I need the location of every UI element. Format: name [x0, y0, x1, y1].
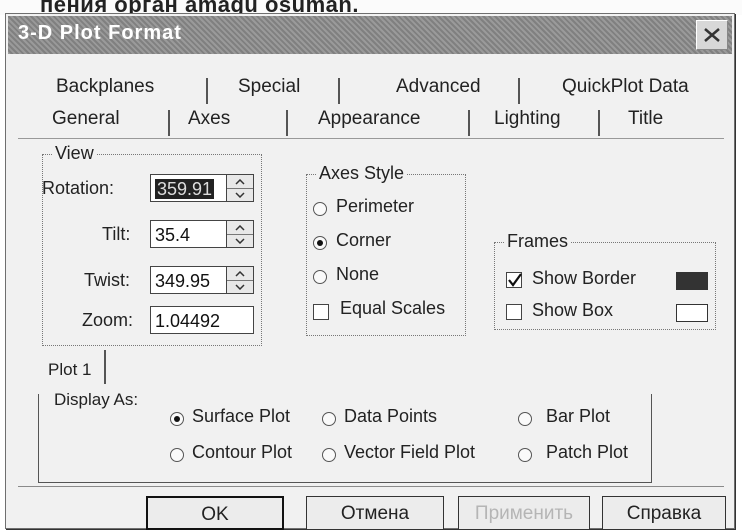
tab-separator	[518, 78, 520, 104]
twist-input[interactable]: 349.95	[150, 266, 226, 294]
patch-plot-radio[interactable]	[518, 448, 532, 462]
spin-down-icon[interactable]	[227, 280, 253, 293]
tab-special[interactable]: Special	[238, 76, 300, 98]
tab-title[interactable]: Title	[628, 108, 663, 130]
cancel-button[interactable]: Отмена	[306, 496, 444, 530]
spin-up-icon[interactable]	[227, 267, 253, 281]
tab-backplanes[interactable]: Backplanes	[56, 76, 154, 98]
box-color-swatch[interactable]	[676, 304, 708, 322]
spin-down-icon[interactable]	[227, 234, 253, 247]
tab-separator	[206, 78, 208, 104]
equal-scales-label: Equal Scales	[340, 298, 446, 318]
tab-separator	[598, 110, 600, 136]
tab-separator	[168, 110, 170, 136]
border-color-swatch[interactable]	[676, 272, 708, 290]
bar-plot-label: Bar Plot	[546, 406, 611, 426]
dialog-window: 3-D Plot Format Backplanes Special Advan…	[5, 13, 735, 530]
tab-separator	[286, 110, 288, 136]
window-title: 3-D Plot Format	[18, 22, 182, 44]
rotation-value: 359.91	[155, 179, 215, 199]
tab-separator	[468, 110, 470, 136]
bottom-separator	[18, 486, 724, 487]
zoom-input[interactable]: 1.04492	[150, 306, 254, 334]
rotation-label: Rotation:	[42, 178, 115, 198]
view-group-title: View	[53, 143, 96, 164]
data-points-label: Data Points	[344, 406, 438, 426]
rotation-spinner[interactable]	[226, 174, 254, 202]
display-as-label: Display As:	[54, 390, 139, 409]
vector-field-plot-label: Vector Field Plot	[344, 442, 476, 462]
help-button[interactable]: Справка	[602, 496, 726, 530]
spin-up-icon[interactable]	[227, 221, 253, 235]
tab-lighting[interactable]: Lighting	[494, 108, 561, 130]
show-box-label: Show Box	[532, 300, 614, 320]
show-border-label: Show Border	[532, 268, 637, 288]
tilt-value: 35.4	[155, 225, 191, 245]
show-border-checkbox[interactable]	[506, 272, 522, 288]
zoom-label: Zoom:	[82, 310, 134, 330]
tilt-spinner[interactable]	[226, 220, 254, 248]
tab-quickplot-data[interactable]: QuickPlot Data	[562, 76, 689, 98]
none-label: None	[336, 264, 380, 284]
tab-advanced[interactable]: Advanced	[396, 76, 481, 98]
contour-plot-radio[interactable]	[170, 448, 184, 462]
axes-style-title: Axes Style	[317, 163, 407, 184]
perimeter-label: Perimeter	[336, 196, 415, 216]
rotation-input[interactable]: 359.91	[150, 174, 226, 202]
tilt-label: Tilt:	[102, 224, 131, 244]
vector-field-plot-radio[interactable]	[322, 448, 336, 462]
spin-down-icon[interactable]	[227, 188, 253, 201]
tab-appearance[interactable]: Appearance	[318, 108, 420, 130]
corner-label: Corner	[336, 230, 392, 250]
tab-row-front: General Axes Appearance Lighting Title	[18, 108, 726, 138]
twist-label: Twist:	[84, 270, 131, 290]
tab-separator	[104, 350, 106, 384]
title-bar[interactable]: 3-D Plot Format	[8, 16, 732, 54]
corner-radio[interactable]	[313, 236, 327, 250]
tab-plot-1[interactable]: Plot 1	[48, 360, 91, 380]
ok-button[interactable]: OK	[146, 496, 284, 530]
checkmark-icon	[508, 273, 522, 287]
tab-divider	[18, 138, 724, 139]
none-radio[interactable]	[313, 270, 327, 284]
patch-plot-label: Patch Plot	[546, 442, 629, 462]
contour-plot-label: Contour Plot	[192, 442, 293, 462]
close-icon	[703, 27, 721, 43]
show-box-checkbox[interactable]	[506, 304, 522, 320]
bar-plot-radio[interactable]	[518, 412, 532, 426]
tab-general[interactable]: General	[52, 108, 120, 130]
close-button[interactable]	[696, 20, 728, 50]
tilt-input[interactable]: 35.4	[150, 220, 226, 248]
tab-row-back: Backplanes Special Advanced QuickPlot Da…	[18, 76, 726, 106]
data-points-radio[interactable]	[322, 412, 336, 426]
tab-separator	[338, 78, 340, 104]
surface-plot-radio[interactable]	[170, 412, 184, 426]
apply-button[interactable]: Применить	[458, 496, 590, 530]
tab-axes[interactable]: Axes	[188, 108, 230, 130]
frames-title: Frames	[505, 231, 571, 252]
surface-plot-label: Surface Plot	[192, 406, 291, 426]
spin-up-icon[interactable]	[227, 175, 253, 189]
twist-value: 349.95	[155, 271, 211, 291]
zoom-value: 1.04492	[155, 311, 221, 331]
twist-spinner[interactable]	[226, 266, 254, 294]
equal-scales-checkbox[interactable]	[313, 304, 329, 320]
perimeter-radio[interactable]	[313, 202, 327, 216]
